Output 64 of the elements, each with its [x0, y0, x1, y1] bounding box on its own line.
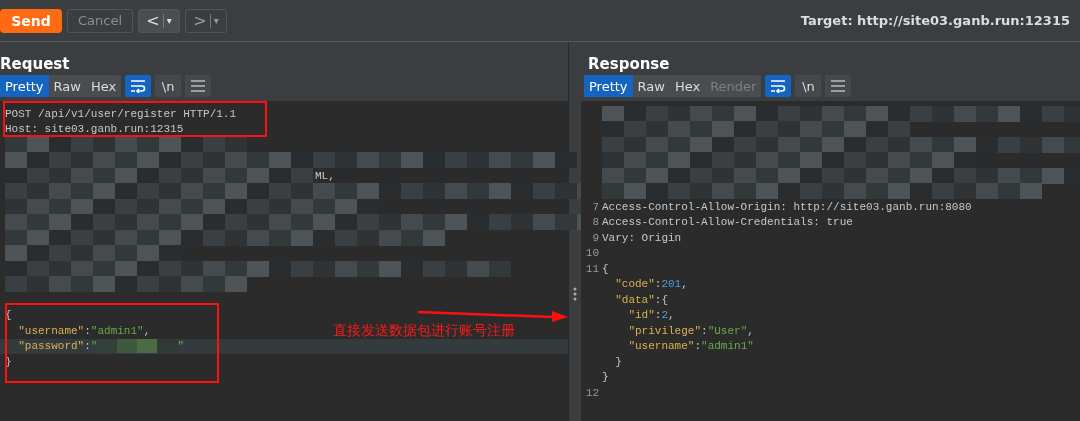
code-token: } — [614, 355, 622, 368]
back-button[interactable]: < ▾ — [138, 8, 180, 33]
wrap-icon — [770, 79, 787, 93]
code-token: "privilege" — [627, 324, 702, 337]
code-token: "admin1" — [701, 340, 754, 353]
code-token: POST /api/v1/user/register HTTP/1.1 — [5, 107, 237, 120]
menu-button[interactable] — [825, 75, 852, 97]
code-token: : — [701, 324, 708, 337]
code-token: "id" — [627, 309, 655, 322]
code-token: "password" — [17, 340, 85, 353]
code-token: Host: site03.ganb.run:12315 — [5, 123, 184, 136]
code-token: 2 — [661, 309, 669, 322]
wrap-icon — [130, 79, 147, 93]
pane-title: Request — [0, 54, 71, 72]
code-token: "username" — [627, 340, 695, 353]
code-token: : — [84, 324, 91, 337]
wrap-toggle[interactable] — [765, 75, 792, 97]
annotation-text: 直接发送数据包进行账号注册 — [333, 322, 515, 340]
code-token: " — [90, 340, 98, 353]
code-token: " — [177, 340, 185, 353]
code-token: :{ — [654, 293, 668, 306]
code-token: : — [84, 340, 91, 353]
target-label: Target: http://site03.ganb.run:12315 — [800, 13, 1070, 28]
code-token: : — [654, 309, 662, 322]
line-number: 11 — [584, 262, 600, 275]
code-token: "code" — [614, 278, 655, 291]
menu-icon — [831, 80, 846, 92]
view-tab[interactable]: Pretty — [584, 75, 633, 97]
forward-button[interactable]: > ▾ — [185, 8, 227, 33]
wrap-toggle[interactable] — [125, 75, 152, 97]
code-token: , — [681, 278, 688, 291]
code-token: } — [602, 371, 609, 384]
code-token: { — [602, 262, 609, 275]
menu-icon — [191, 80, 206, 92]
line-number: 8 — [591, 216, 600, 229]
view-tab[interactable]: Hex — [85, 75, 122, 97]
code-token: , — [747, 324, 754, 337]
code-token: Access-Control-Allow-Credentials: true — [602, 216, 853, 229]
line-number: 10 — [584, 247, 600, 260]
code-text: ML, — [315, 169, 335, 182]
code-token: , — [143, 324, 151, 337]
newline-toggle[interactable]: \n — [155, 75, 182, 97]
pane-title: Response — [587, 54, 671, 72]
code-token: : — [654, 278, 662, 291]
code-token: Access-Control-Allow-Origin: http://site03.ganb.run:8080 — [602, 200, 972, 213]
arrow-icon — [418, 309, 568, 323]
code-token: "admin1" — [90, 324, 144, 337]
code-token: "data" — [614, 293, 655, 306]
splitter-handle-icon[interactable] — [573, 287, 577, 301]
code-token: 201 — [661, 278, 682, 291]
newline-toggle[interactable]: \n — [795, 75, 822, 97]
code-token: , — [668, 309, 675, 322]
code-token: "username" — [17, 324, 85, 337]
line-number: 12 — [584, 386, 600, 399]
line-number: 7 — [591, 200, 600, 213]
code-token: Vary: Origin — [602, 231, 682, 244]
code-token: : — [694, 340, 702, 353]
view-tab[interactable]: Raw — [48, 75, 86, 97]
view-tab[interactable]: Pretty — [0, 75, 49, 97]
code-token: "User" — [707, 324, 748, 337]
line-number: 9 — [591, 231, 600, 244]
menu-button[interactable] — [185, 75, 212, 97]
view-tab[interactable]: Raw — [632, 75, 670, 97]
view-tab[interactable]: Hex — [669, 75, 706, 97]
